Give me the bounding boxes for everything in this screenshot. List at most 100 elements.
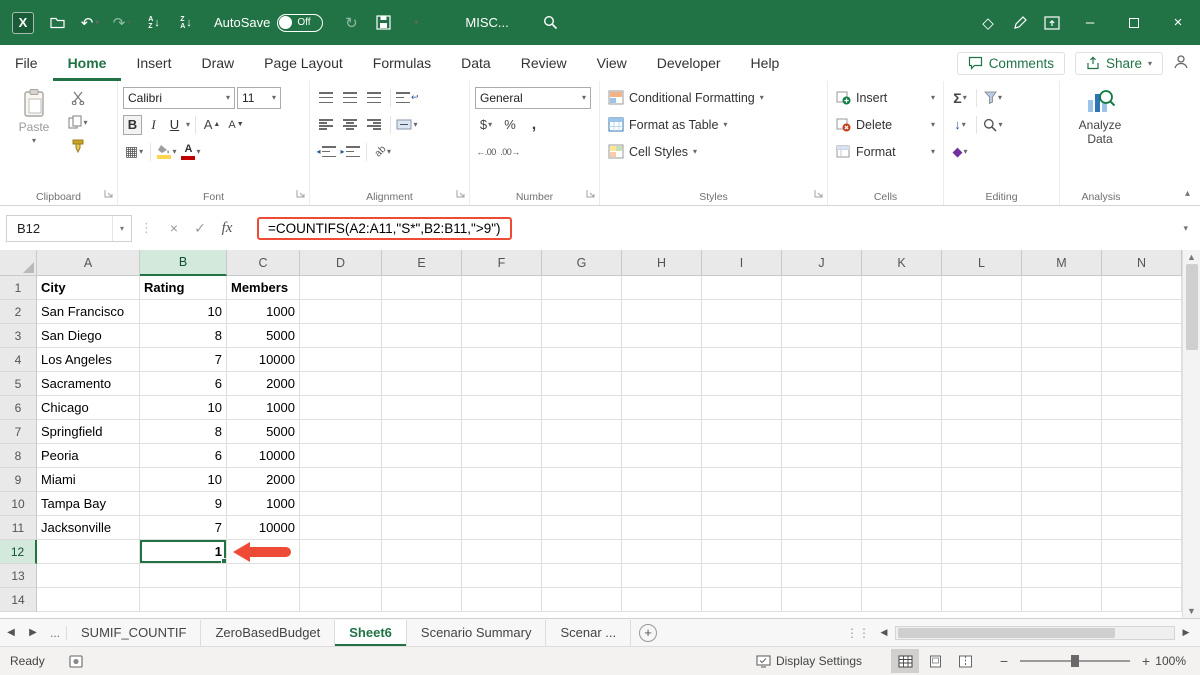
scroll-up-icon[interactable]: ▲ <box>1187 252 1196 262</box>
decrease-indent-button[interactable]: ◂ <box>315 141 337 163</box>
merge-center-button[interactable]: ▾ <box>396 114 418 136</box>
insert-function-button[interactable]: fx <box>213 220 241 237</box>
cell-A1[interactable]: City <box>37 276 140 300</box>
paste-button[interactable]: Paste ▾ <box>5 85 63 157</box>
format-as-table-button[interactable]: Format as Table ▾ <box>605 112 822 137</box>
cell-K1[interactable] <box>862 276 942 300</box>
sort-descending-button[interactable]: Z A ↓ <box>170 0 202 45</box>
cell-B10[interactable]: 9 <box>140 492 227 516</box>
cell-B1[interactable]: Rating <box>140 276 227 300</box>
cell-J1[interactable] <box>782 276 862 300</box>
decrease-decimal-button[interactable]: .00→ <box>499 141 521 163</box>
cell-F4[interactable] <box>462 348 542 372</box>
cell-D6[interactable] <box>300 396 382 420</box>
cell-K12[interactable] <box>862 540 942 564</box>
cell-G11[interactable] <box>542 516 622 540</box>
cell-H7[interactable] <box>622 420 702 444</box>
cell-F5[interactable] <box>462 372 542 396</box>
cell-N5[interactable] <box>1102 372 1182 396</box>
formula-text[interactable]: =COUNTIFS(A2:A11,"S*",B2:B11,">9") <box>268 221 501 236</box>
cell-N13[interactable] <box>1102 564 1182 588</box>
column-header-E[interactable]: E <box>382 250 462 276</box>
percent-style-button[interactable]: % <box>499 114 521 136</box>
close-button[interactable]: × <box>1156 0 1200 45</box>
cell-A12[interactable] <box>37 540 140 564</box>
normal-view-button[interactable] <box>891 649 919 673</box>
select-all-corner[interactable] <box>0 250 37 276</box>
cell-L14[interactable] <box>942 588 1022 612</box>
align-top-button[interactable] <box>315 87 337 109</box>
cell-G3[interactable] <box>542 324 622 348</box>
cell-A4[interactable]: Los Angeles <box>37 348 140 372</box>
row-header-7[interactable]: 7 <box>0 420 37 444</box>
cell-H10[interactable] <box>622 492 702 516</box>
fill-button[interactable]: ↓ ▾ <box>949 114 971 136</box>
cell-E14[interactable] <box>382 588 462 612</box>
autosave-switch[interactable]: Off <box>277 13 324 32</box>
cell-K6[interactable] <box>862 396 942 420</box>
cell-C9[interactable]: 2000 <box>227 468 300 492</box>
cell-C7[interactable]: 5000 <box>227 420 300 444</box>
insert-cells-button[interactable]: Insert ▾ <box>833 85 938 110</box>
cell-A13[interactable] <box>37 564 140 588</box>
cell-G6[interactable] <box>542 396 622 420</box>
font-size-combobox[interactable]: 11 ▾ <box>237 86 281 109</box>
row-header-2[interactable]: 2 <box>0 300 37 324</box>
formula-bar-handle[interactable]: ⋮ <box>140 220 153 236</box>
comma-style-button[interactable]: , <box>523 114 545 136</box>
cell-N10[interactable] <box>1102 492 1182 516</box>
cell-B11[interactable]: 7 <box>140 516 227 540</box>
cell-H12[interactable] <box>622 540 702 564</box>
cell-D14[interactable] <box>300 588 382 612</box>
open-folder-icon[interactable] <box>42 0 74 45</box>
cell-J8[interactable] <box>782 444 862 468</box>
cell-H1[interactable] <box>622 276 702 300</box>
align-bottom-button[interactable] <box>363 87 385 109</box>
cell-B6[interactable]: 10 <box>140 396 227 420</box>
cell-M4[interactable] <box>1022 348 1102 372</box>
cell-G10[interactable] <box>542 492 622 516</box>
cell-G12[interactable] <box>542 540 622 564</box>
row-header-6[interactable]: 6 <box>0 396 37 420</box>
row-header-11[interactable]: 11 <box>0 516 37 540</box>
cell-J13[interactable] <box>782 564 862 588</box>
cell-I10[interactable] <box>702 492 782 516</box>
cell-G14[interactable] <box>542 588 622 612</box>
cell-I13[interactable] <box>702 564 782 588</box>
sheet-tab-sheet6[interactable]: Sheet6 <box>335 619 407 646</box>
ribbon-tab-view[interactable]: View <box>582 45 642 81</box>
align-center-button[interactable] <box>339 114 361 136</box>
column-header-A[interactable]: A <box>37 250 140 276</box>
cell-M6[interactable] <box>1022 396 1102 420</box>
horizontal-scroll-thumb[interactable] <box>898 627 1115 638</box>
ribbon-tab-insert[interactable]: Insert <box>121 45 186 81</box>
cell-A8[interactable]: Peoria <box>37 444 140 468</box>
column-header-H[interactable]: H <box>622 250 702 276</box>
cell-D9[interactable] <box>300 468 382 492</box>
cell-K7[interactable] <box>862 420 942 444</box>
cell-H6[interactable] <box>622 396 702 420</box>
cell-E11[interactable] <box>382 516 462 540</box>
cell-H9[interactable] <box>622 468 702 492</box>
cell-B3[interactable]: 8 <box>140 324 227 348</box>
sort-ascending-button[interactable]: A Z ↓ <box>138 0 170 45</box>
undo-button[interactable]: ↶ ▾ <box>74 0 106 45</box>
cell-I5[interactable] <box>702 372 782 396</box>
row-header-13[interactable]: 13 <box>0 564 37 588</box>
cell-A10[interactable]: Tampa Bay <box>37 492 140 516</box>
copy-button[interactable]: ▾ <box>67 111 89 133</box>
cell-E5[interactable] <box>382 372 462 396</box>
cell-L4[interactable] <box>942 348 1022 372</box>
cell-G7[interactable] <box>542 420 622 444</box>
cell-D3[interactable] <box>300 324 382 348</box>
cell-L13[interactable] <box>942 564 1022 588</box>
scroll-right-icon[interactable]: ▶ <box>1178 627 1194 638</box>
delete-cells-button[interactable]: Delete ▾ <box>833 112 938 137</box>
cell-E8[interactable] <box>382 444 462 468</box>
column-header-M[interactable]: M <box>1022 250 1102 276</box>
cell-K4[interactable] <box>862 348 942 372</box>
cell-B12[interactable]: 1 <box>140 540 227 564</box>
sheet-tab-scenar-[interactable]: Scenar ... <box>546 619 632 646</box>
cell-M13[interactable] <box>1022 564 1102 588</box>
cell-L11[interactable] <box>942 516 1022 540</box>
